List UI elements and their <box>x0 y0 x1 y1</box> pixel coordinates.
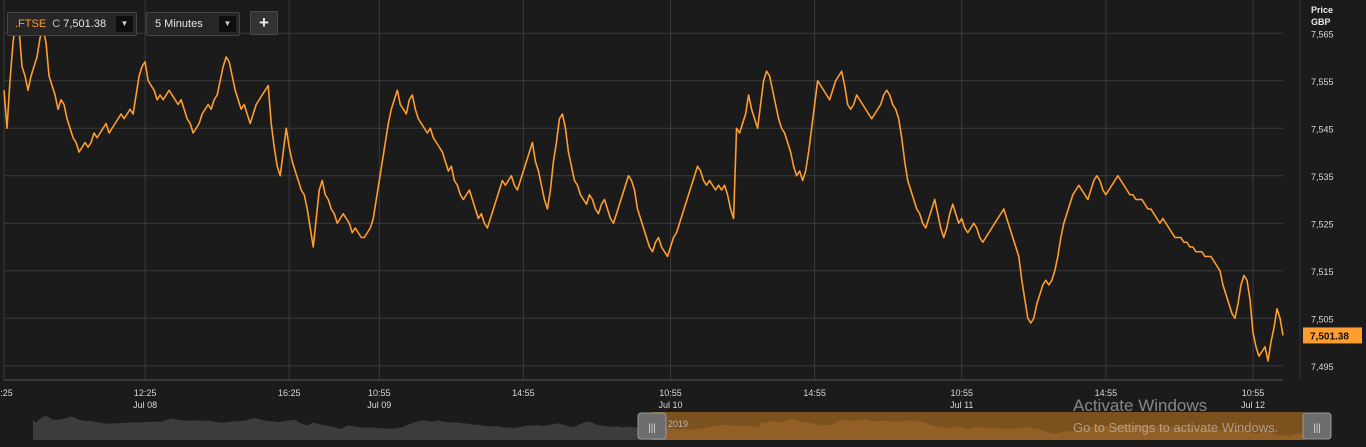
y-tick-label: 7,555 <box>1311 77 1334 87</box>
x-tick-label: 12:25 <box>134 388 157 398</box>
grip-icon: ||| <box>648 423 656 434</box>
y-axis: 7,495 7,505 7,515 7,525 7,535 7,545 7,555 7,565 <box>1311 29 1334 372</box>
series-layer <box>3 18 1284 362</box>
x-tick-label: 10:55 <box>368 388 391 398</box>
x-tick-label: 8:25 <box>0 388 13 398</box>
price-axis-currency: GBP <box>1311 17 1331 27</box>
close-tag: C <box>52 18 61 30</box>
y-tick-label: 7,565 <box>1311 29 1334 39</box>
symbol-selector[interactable]: .FTSE C 7,501.38 ▼ <box>7 12 137 36</box>
chevron-down-icon[interactable]: ▼ <box>219 16 236 32</box>
watermark-subtitle: Go to Settings to activate Windows. <box>1073 420 1279 435</box>
x-tick-label: 10:55 <box>950 388 973 398</box>
y-tick-label: 7,535 <box>1311 172 1334 182</box>
y-tick-label: 7,515 <box>1311 267 1334 277</box>
last-price-badge-layer: 7,501.38 <box>1303 327 1362 344</box>
x-date-label: Jul 10 <box>659 400 683 410</box>
interval-selector[interactable]: 5 Minutes ▼ <box>146 12 240 36</box>
ftse-price-chart[interactable]: 8:25 12:25 Jul 08 16:25 10:55 Jul 09 14:55 10:5… <box>0 0 1366 447</box>
price-axis-header: Price GBP <box>1311 4 1333 28</box>
interval-label: 5 Minutes <box>155 18 203 30</box>
x-date-label: Jul 08 <box>133 400 157 410</box>
price-axis-title: Price <box>1311 5 1334 15</box>
x-tick-label: 14:55 <box>803 388 826 398</box>
last-price-label: 7,501.38 <box>1310 331 1349 342</box>
y-tick-label: 7,505 <box>1311 314 1334 324</box>
y-tick-label: 7,525 <box>1311 219 1334 229</box>
activate-windows-watermark: Activate Windows Go to Settings to activ… <box>1073 396 1278 436</box>
symbol-label: .FTSE <box>15 18 47 30</box>
x-date-label: Jul 09 <box>367 400 391 410</box>
ftse-series-line <box>3 18 1284 362</box>
x-tick-label: 10:55 <box>659 388 682 398</box>
watermark-title: Activate Windows <box>1073 396 1208 415</box>
y-tick-label: 7,545 <box>1311 124 1334 134</box>
navigator-year-label: 2019 <box>668 419 688 429</box>
grid-lines <box>3 0 1301 381</box>
x-tick-label: 14:55 <box>512 388 535 398</box>
grip-icon: ||| <box>1313 423 1321 434</box>
add-button[interactable]: + <box>250 11 278 35</box>
x-tick-label: 16:25 <box>278 388 301 398</box>
x-date-label: Jul 11 <box>950 400 973 410</box>
symbol-last-value: 7,501.38 <box>63 18 107 30</box>
y-tick-label: 7,495 <box>1311 362 1334 372</box>
chevron-down-icon[interactable]: ▼ <box>116 16 133 32</box>
